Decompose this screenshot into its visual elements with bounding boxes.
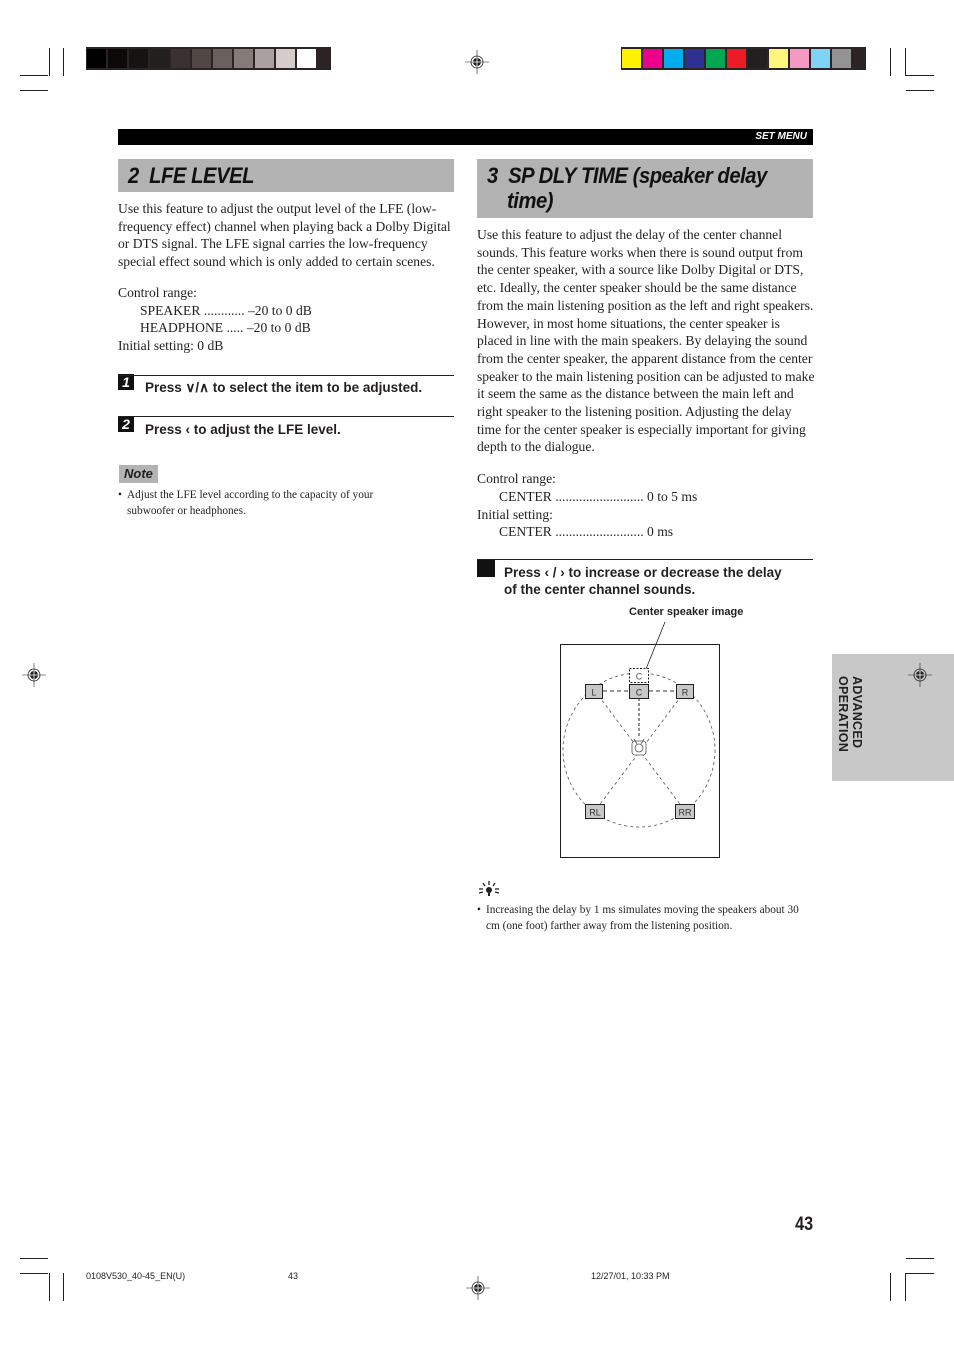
color-swatch-bar — [621, 47, 866, 70]
grayscale-swatch-4 — [171, 49, 190, 68]
lfe-range-headphone: HEADPHONE ..... –20 to 0 dB — [140, 320, 311, 336]
sp-dly-step-rule — [477, 559, 813, 560]
crop-mark — [906, 1273, 934, 1274]
center-image-label: C — [636, 672, 643, 682]
lfe-intro: Use this feature to adjust the output le… — [118, 200, 458, 355]
grayscale-swatch-1 — [108, 49, 127, 68]
side-tab-line1: ADVANCED — [850, 676, 864, 749]
grayscale-swatch-9 — [276, 49, 295, 68]
speaker-left-label: L — [591, 688, 596, 698]
step-2-rule — [118, 416, 454, 417]
grayscale-swatch-8 — [255, 49, 274, 68]
crop-mark — [63, 48, 64, 76]
crop-mark — [20, 90, 48, 91]
side-tab-advanced-operation: ADVANCED OPERATION — [832, 654, 954, 781]
sp-dly-time-heading-line1: 3 SP DLY TIME (speaker delay — [487, 163, 767, 188]
side-tab-line2: OPERATION — [836, 676, 850, 753]
speaker-rear-right-label: RR — [679, 808, 692, 818]
crop-mark — [906, 75, 934, 76]
grayscale-swatch-bar — [86, 47, 331, 70]
section-label: SET MENU — [755, 131, 807, 142]
lfe-level-heading-box: 2 LFE LEVEL — [118, 159, 454, 192]
lfe-note: • Adjust the LFE level according to the … — [118, 487, 418, 519]
speaker-rear-left-label: RL — [589, 808, 601, 818]
crop-mark — [49, 1273, 50, 1301]
sp-dly-initial-setting-label: Initial setting: — [477, 506, 553, 522]
lfe-initial-setting: Initial setting: 0 dB — [118, 337, 224, 353]
sp-dly-step-text: Press ‹ / › to increase or decrease the … — [504, 564, 782, 598]
listener-icon — [631, 738, 647, 756]
step-2-text: Press ‹ to adjust the LFE level. — [145, 422, 341, 437]
grayscale-swatch-0 — [87, 49, 106, 68]
step-1-rule — [118, 375, 454, 376]
registration-mark-icon — [22, 663, 46, 687]
grayscale-swatch-2 — [129, 49, 148, 68]
caption-leader-line — [645, 621, 666, 670]
color-swatch-1 — [643, 49, 662, 68]
color-swatch-4 — [706, 49, 725, 68]
crop-mark — [905, 48, 906, 76]
color-swatch-3 — [685, 49, 704, 68]
color-swatch-0 — [622, 49, 641, 68]
lfe-level-heading: 2 LFE LEVEL — [128, 163, 255, 188]
section-header-bar: SET MENU — [118, 129, 813, 145]
color-swatch-5 — [727, 49, 746, 68]
note-label: Note — [119, 465, 158, 483]
grayscale-swatch-3 — [150, 49, 169, 68]
color-swatch-8 — [790, 49, 809, 68]
crop-mark — [20, 1273, 48, 1274]
speaker-center-label: C — [636, 688, 643, 698]
crop-mark — [20, 75, 48, 76]
sp-dly-time-heading-line2: time) — [507, 188, 554, 213]
grayscale-swatch-7 — [234, 49, 253, 68]
step-1-number: 1 — [118, 374, 134, 390]
color-swatch-9 — [811, 49, 830, 68]
grayscale-swatch-6 — [213, 49, 232, 68]
sp-dly-tip: • Increasing the delay by 1 ms simulates… — [477, 902, 807, 934]
sp-dly-step-line1: Press ‹ / › to increase or decrease the … — [504, 565, 782, 580]
footer-timestamp: 12/27/01, 10:33 PM — [591, 1271, 670, 1281]
speaker-right-label: R — [682, 688, 689, 698]
crop-mark — [20, 1258, 48, 1259]
crop-mark — [49, 48, 50, 76]
step-2-number: 2 — [118, 416, 134, 432]
sp-dly-time-heading-box: 3 SP DLY TIME (speaker delay time) — [477, 159, 813, 218]
footer-file: 0108V530_40-45_EN(U) — [86, 1271, 186, 1281]
crop-mark — [906, 90, 934, 91]
color-swatch-7 — [769, 49, 788, 68]
sp-dly-step-marker — [477, 560, 495, 577]
lfe-range-speaker: SPEAKER ............ –20 to 0 dB — [140, 302, 312, 318]
registration-mark-icon — [465, 50, 489, 74]
crop-mark — [905, 1273, 906, 1301]
sp-dly-initial-setting: CENTER .......................... 0 ms — [499, 524, 674, 540]
crop-mark — [890, 48, 891, 76]
grayscale-swatch-5 — [192, 49, 211, 68]
crop-mark — [906, 1258, 934, 1259]
lfe-note-text: Adjust the LFE level according to the ca… — [127, 489, 374, 517]
sp-dly-intro-text: Use this feature to adjust the delay of … — [477, 227, 815, 455]
crop-mark — [63, 1273, 64, 1301]
lightbulb-tip-icon — [478, 881, 500, 896]
step-1-text: Press ∨/∧ to select the item to be adjus… — [145, 380, 423, 395]
color-swatch-10 — [832, 49, 851, 68]
grayscale-swatch-10 — [297, 49, 316, 68]
registration-mark-icon — [908, 663, 932, 687]
color-swatch-6 — [748, 49, 767, 68]
crop-mark — [890, 1273, 891, 1301]
page-number: 43 — [795, 1214, 813, 1235]
color-swatch-2 — [664, 49, 683, 68]
sp-dly-step-line2: of the center channel sounds. — [504, 582, 696, 597]
lfe-intro-text: Use this feature to adjust the output le… — [118, 201, 451, 270]
speaker-layout-diagram: C L C R RL RR — [560, 621, 720, 858]
lfe-control-range-label: Control range: — [118, 284, 197, 300]
registration-mark-icon — [466, 1276, 490, 1300]
sp-dly-control-range: CENTER .......................... 0 to 5… — [499, 488, 698, 504]
sp-dly-intro: Use this feature to adjust the delay of … — [477, 226, 815, 541]
sp-dly-control-range-label: Control range: — [477, 471, 556, 487]
footer-page: 43 — [288, 1271, 299, 1281]
sp-dly-tip-text: Increasing the delay by 1 ms simulates m… — [486, 904, 799, 932]
